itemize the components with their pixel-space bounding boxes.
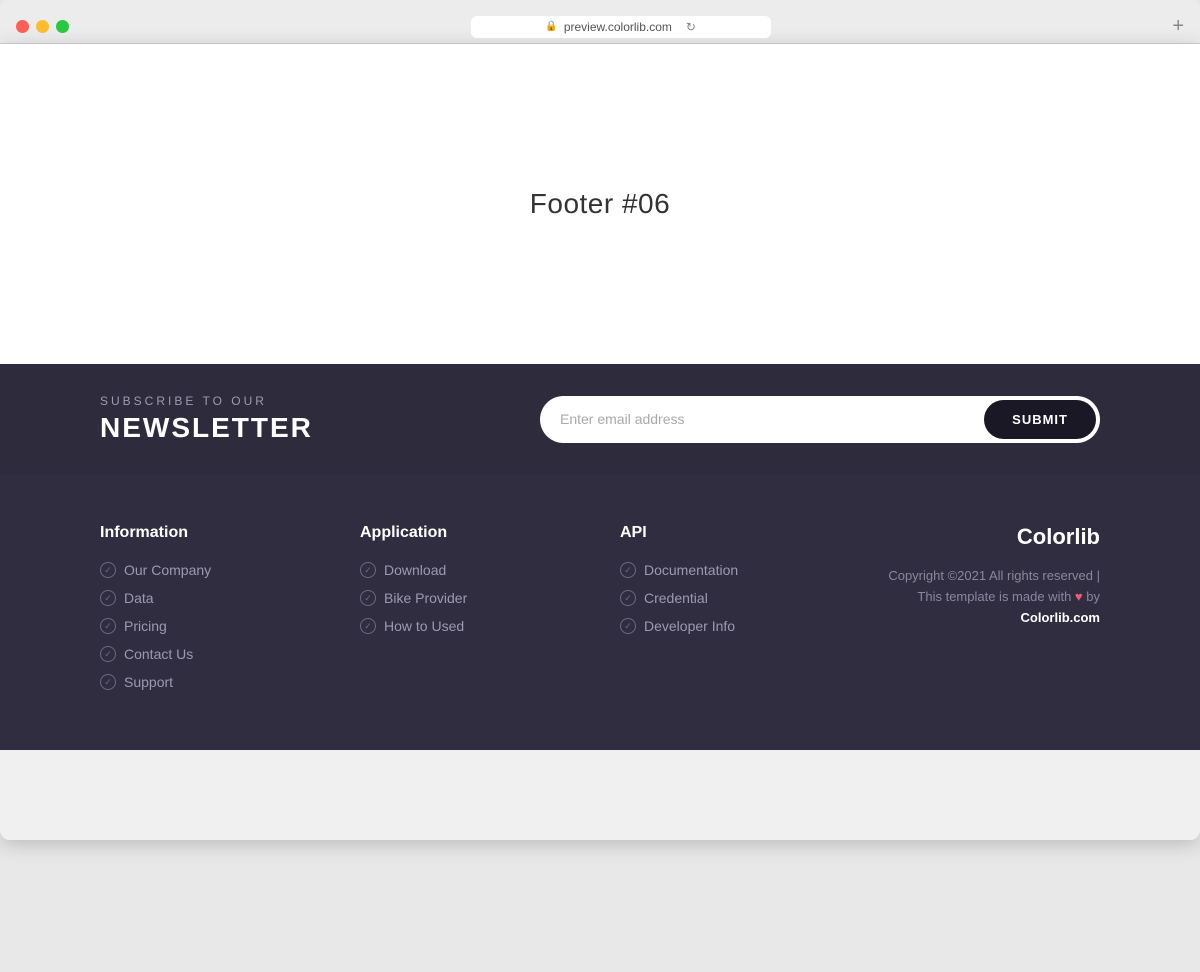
by-text: by [1086,589,1100,604]
newsletter-banner: SUBSCRIBE TO OUR NEWSLETTER SUBMIT [0,364,1200,474]
browser-window: Footer #06 SUBSCRIBE TO OUR NEWSLETTER S… [0,44,1200,840]
list-item[interactable]: How to Used [360,618,580,634]
link-bike-provider: Bike Provider [384,590,467,606]
list-item[interactable]: Credential [620,590,840,606]
newsletter-text: SUBSCRIBE TO OUR NEWSLETTER [100,394,313,444]
link-how-to-used: How to Used [384,618,464,634]
maximize-button[interactable] [56,20,69,33]
list-item[interactable]: Support [100,674,320,690]
circle-check-icon [620,590,636,606]
email-input[interactable] [560,411,984,427]
circle-check-icon [100,562,116,578]
list-item[interactable]: Our Company [100,562,320,578]
footer-column-information: Information Our Company Data Pricing [100,524,320,690]
link-data: Data [124,590,154,606]
list-item[interactable]: Pricing [100,618,320,634]
copyright-label: Copyright ©2021 All rights reserved | Th… [888,568,1100,604]
content-area: Footer #06 [0,44,1200,364]
page-title: Footer #06 [530,188,670,220]
footer-col-title-information: Information [100,524,320,542]
link-contact-us: Contact Us [124,646,193,662]
brand-name: Colorlib [880,524,1100,550]
browser-chrome: 🔒 preview.colorlib.com ↻ + [0,0,1200,44]
newsletter-form: SUBMIT [540,396,1100,443]
circle-check-icon [100,646,116,662]
link-documentation: Documentation [644,562,738,578]
footer-list-application: Download Bike Provider How to Used [360,562,580,634]
circle-check-icon [620,618,636,634]
heart-icon: ♥ [1075,589,1083,604]
circle-check-icon [100,590,116,606]
link-support: Support [124,674,173,690]
copyright-text: Copyright ©2021 All rights reserved | Th… [880,566,1100,628]
circle-check-icon [360,562,376,578]
footer-column-application: Application Download Bike Provider How t… [360,524,580,690]
list-item[interactable]: Download [360,562,580,578]
submit-button[interactable]: SUBMIT [984,400,1096,439]
circle-check-icon [100,674,116,690]
link-download: Download [384,562,446,578]
traffic-lights [16,20,69,33]
link-our-company: Our Company [124,562,211,578]
footer-column-api: API Documentation Credential Developer I… [620,524,840,690]
footer-column-brand: Colorlib Copyright ©2021 All rights rese… [880,524,1100,690]
footer-list-information: Our Company Data Pricing Contact Us [100,562,320,690]
link-pricing: Pricing [124,618,167,634]
lock-icon: 🔒 [545,21,557,32]
footer: Information Our Company Data Pricing [0,474,1200,750]
circle-check-icon [620,562,636,578]
list-item[interactable]: Contact Us [100,646,320,662]
list-item[interactable]: Documentation [620,562,840,578]
footer-col-title-application: Application [360,524,580,542]
link-developer-info: Developer Info [644,618,735,634]
footer-grid: Information Our Company Data Pricing [100,524,1100,690]
footer-list-api: Documentation Credential Developer Info [620,562,840,634]
url-text: preview.colorlib.com [564,20,672,34]
address-bar-inner[interactable]: 🔒 preview.colorlib.com ↻ [471,16,771,38]
address-bar: 🔒 preview.colorlib.com ↻ [81,16,1160,38]
circle-check-icon [100,618,116,634]
reload-icon[interactable]: ↻ [686,20,696,34]
new-tab-button[interactable]: + [1172,15,1184,38]
colorlib-link[interactable]: Colorlib.com [1021,610,1100,625]
bottom-area [0,750,1200,840]
close-button[interactable] [16,20,29,33]
list-item[interactable]: Bike Provider [360,590,580,606]
minimize-button[interactable] [36,20,49,33]
subscribe-label: SUBSCRIBE TO OUR [100,394,313,408]
link-credential: Credential [644,590,708,606]
list-item[interactable]: Developer Info [620,618,840,634]
circle-check-icon [360,590,376,606]
newsletter-title: NEWSLETTER [100,412,313,444]
circle-check-icon [360,618,376,634]
list-item[interactable]: Data [100,590,320,606]
footer-col-title-api: API [620,524,840,542]
